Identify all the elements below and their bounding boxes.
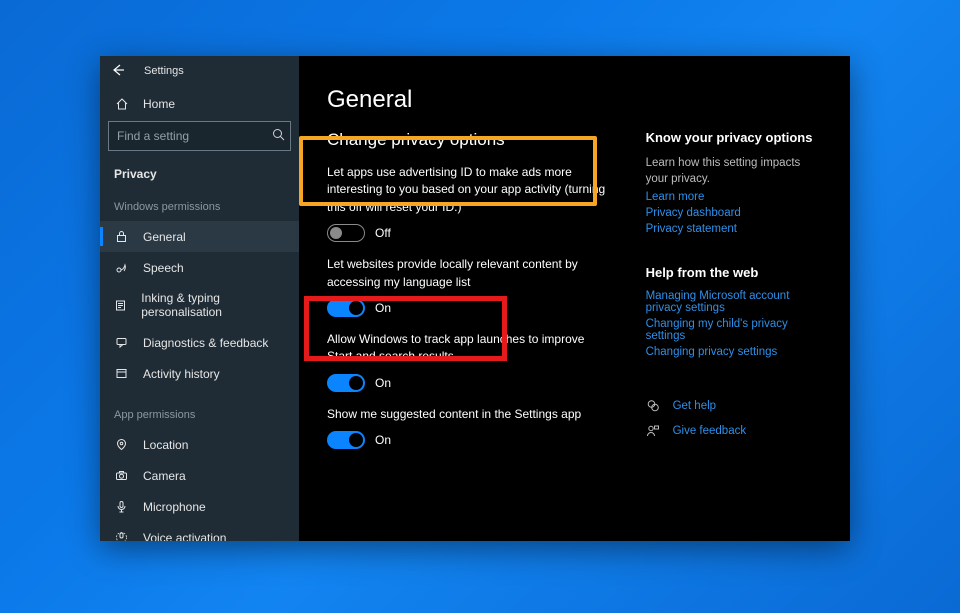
toggle-suggested-content[interactable] xyxy=(327,431,365,449)
camera-icon xyxy=(114,468,129,483)
sidebar-item-label: Diagnostics & feedback xyxy=(143,336,268,350)
toggle-advertising-id[interactable] xyxy=(327,224,365,242)
sidebar-item-activity[interactable]: Activity history xyxy=(100,358,299,389)
content-area: General Change privacy options Let apps … xyxy=(299,56,850,541)
sidebar: Settings Home Privacy Windows permission… xyxy=(100,56,299,541)
setting-track-launches: Allow Windows to track app launches to i… xyxy=(327,331,606,392)
right-text-know: Learn how this setting impacts your priv… xyxy=(646,155,822,187)
right-column: Know your privacy options Learn how this… xyxy=(646,130,822,463)
link-child-privacy[interactable]: Changing my child's privacy settings xyxy=(646,318,822,342)
link-get-help[interactable]: Get help xyxy=(673,400,716,412)
setting-suggested-content: Show me suggested content in the Setting… xyxy=(327,406,606,449)
home-nav[interactable]: Home xyxy=(100,86,299,121)
search-icon xyxy=(272,128,285,144)
toggle-state: On xyxy=(375,301,391,315)
feedback-icon xyxy=(114,335,129,350)
sidebar-item-voice[interactable]: Voice activation xyxy=(100,522,299,541)
section-title: Change privacy options xyxy=(327,130,606,150)
sidebar-item-location[interactable]: Location xyxy=(100,429,299,460)
titlebar-left: Settings xyxy=(100,56,299,86)
toggle-track-launches[interactable] xyxy=(327,374,365,392)
search-box[interactable] xyxy=(108,121,291,151)
setting-label: Show me suggested content in the Setting… xyxy=(327,406,606,423)
link-changing-privacy[interactable]: Changing privacy settings xyxy=(646,346,822,358)
microphone-icon xyxy=(114,499,129,514)
sidebar-item-diagnostics[interactable]: Diagnostics & feedback xyxy=(100,327,299,358)
toggle-state: On xyxy=(375,433,391,447)
setting-label: Allow Windows to track app launches to i… xyxy=(327,331,606,366)
speech-icon xyxy=(114,260,129,275)
get-help-row[interactable]: Get help xyxy=(646,398,822,413)
help-icon xyxy=(646,398,661,413)
setting-language-list: Let websites provide locally relevant co… xyxy=(327,256,606,317)
sidebar-item-label: Camera xyxy=(143,469,186,483)
setting-advertising-id: Let apps use advertising ID to make ads … xyxy=(327,164,606,242)
sidebar-item-camera[interactable]: Camera xyxy=(100,460,299,491)
toggle-state: Off xyxy=(375,226,391,240)
link-managing-account-privacy[interactable]: Managing Microsoft account privacy setti… xyxy=(646,290,822,314)
home-label: Home xyxy=(143,97,175,111)
activity-icon xyxy=(114,366,129,381)
link-privacy-dashboard[interactable]: Privacy dashboard xyxy=(646,207,822,219)
feedback-person-icon xyxy=(646,423,661,438)
sidebar-item-label: Voice activation xyxy=(143,531,226,542)
lock-icon xyxy=(114,229,129,244)
sidebar-item-inking[interactable]: Inking & typing personalisation xyxy=(100,283,299,327)
sidebar-item-label: Microphone xyxy=(143,500,206,514)
right-heading-help: Help from the web xyxy=(646,265,822,280)
sidebar-item-microphone[interactable]: Microphone xyxy=(100,491,299,522)
link-learn-more[interactable]: Learn more xyxy=(646,191,822,203)
link-privacy-statement[interactable]: Privacy statement xyxy=(646,223,822,235)
sidebar-item-label: Activity history xyxy=(143,367,220,381)
voice-activation-icon xyxy=(114,530,129,541)
home-icon xyxy=(114,96,129,111)
toggle-state: On xyxy=(375,376,391,390)
back-icon[interactable] xyxy=(110,63,126,80)
page-title: General xyxy=(327,86,822,114)
search-input[interactable] xyxy=(117,129,272,143)
setting-label: Let websites provide locally relevant co… xyxy=(327,256,606,291)
breadcrumb: Privacy xyxy=(100,151,299,195)
sidebar-item-speech[interactable]: Speech xyxy=(100,252,299,283)
app-title: Settings xyxy=(144,65,184,77)
nav-section-app: App permissions xyxy=(100,403,299,429)
nav-section-windows: Windows permissions xyxy=(100,195,299,221)
right-heading-know: Know your privacy options xyxy=(646,130,822,145)
give-feedback-row[interactable]: Give feedback xyxy=(646,423,822,438)
toggle-language-list[interactable] xyxy=(327,299,365,317)
location-icon xyxy=(114,437,129,452)
sidebar-item-label: Location xyxy=(143,438,188,452)
setting-label: Let apps use advertising ID to make ads … xyxy=(327,164,606,216)
main-column: Change privacy options Let apps use adve… xyxy=(327,130,606,463)
settings-window: Settings Home Privacy Windows permission… xyxy=(100,56,850,541)
inking-icon xyxy=(114,298,127,313)
sidebar-item-label: Inking & typing personalisation xyxy=(141,291,285,319)
sidebar-item-label: Speech xyxy=(143,261,184,275)
sidebar-item-label: General xyxy=(143,230,186,244)
sidebar-item-general[interactable]: General xyxy=(100,221,299,252)
link-give-feedback[interactable]: Give feedback xyxy=(673,425,747,437)
